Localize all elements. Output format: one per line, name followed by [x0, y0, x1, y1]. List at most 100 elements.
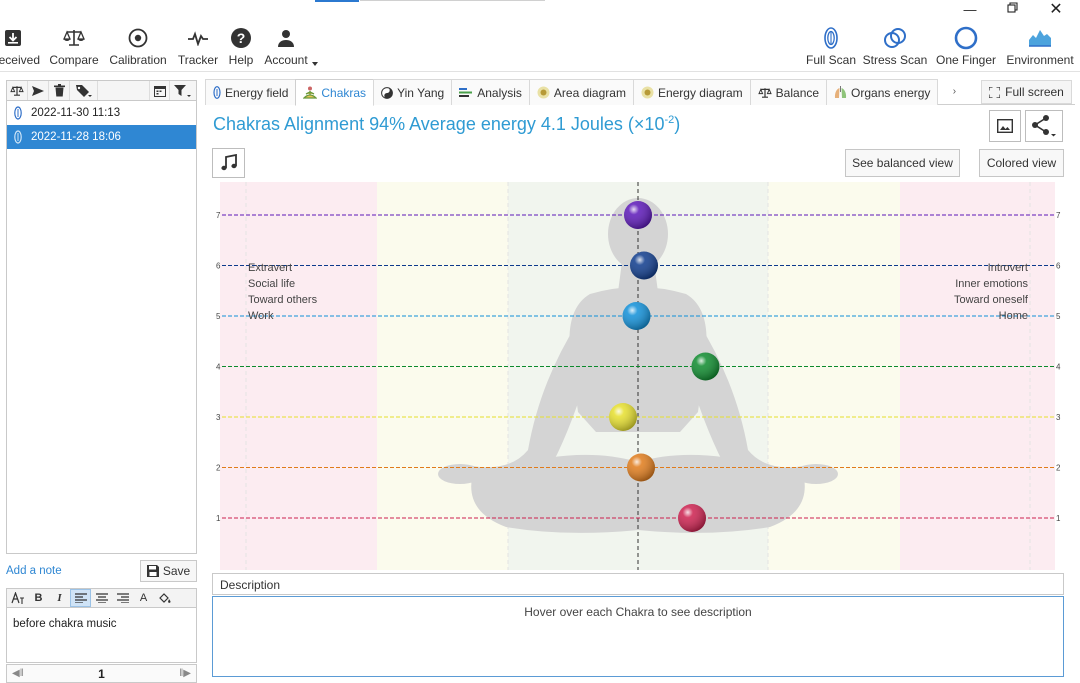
first-page-icon[interactable]: ◀‖ [12, 668, 24, 679]
save-label: Save [162, 564, 191, 578]
scale-icon [757, 87, 772, 99]
scale-icon [63, 25, 85, 51]
chakra-level-1[interactable] [678, 504, 706, 532]
stress-scan-button[interactable]: Stress Scan [863, 25, 927, 70]
add-note-link[interactable]: Add a note [6, 565, 62, 577]
calendar-icon [153, 85, 166, 97]
close-icon[interactable]: ✕ [1036, 2, 1076, 20]
colored-view-button[interactable]: Colored view [979, 149, 1064, 177]
tab-energy-field[interactable]: Energy field [205, 79, 297, 105]
y-tick-right: 2 [1056, 464, 1061, 473]
align-left-button[interactable] [70, 589, 91, 607]
last-page-icon[interactable]: ‖▶ [179, 668, 191, 679]
stress-scan-label: Stress Scan [862, 53, 928, 67]
full-screen-button[interactable]: Full screen [981, 80, 1072, 104]
calibration-button[interactable]: Calibration [107, 25, 169, 70]
y-tick-right: 4 [1056, 363, 1061, 372]
tag-icon [75, 84, 92, 97]
filter-button[interactable] [170, 81, 196, 100]
chakra-level-4[interactable] [691, 352, 720, 381]
help-button[interactable]: ? Help [227, 25, 255, 70]
paint-bucket-icon [158, 593, 170, 603]
font-style-button[interactable] [7, 589, 28, 607]
user-icon [277, 25, 295, 51]
align-right-button[interactable] [112, 589, 133, 607]
delete-button[interactable] [49, 81, 70, 100]
one-finger-button[interactable]: One Finger [935, 25, 997, 70]
share-button[interactable] [1025, 110, 1063, 142]
align-center-button[interactable] [91, 589, 112, 607]
tab-label: Analysis [477, 85, 522, 100]
chakra-level-5[interactable] [622, 302, 651, 330]
note-text-area[interactable]: before chakra music [6, 608, 197, 663]
chakra-orb-shine [609, 403, 637, 431]
align-center-icon [95, 593, 108, 603]
fill-color-button[interactable] [154, 589, 175, 607]
italic-button[interactable]: I [49, 589, 70, 607]
full-scan-button[interactable]: Full Scan [806, 25, 856, 70]
compare-sessions-button[interactable] [7, 81, 28, 100]
play-music-button[interactable] [212, 148, 245, 178]
tab-label: Area diagram [553, 85, 626, 100]
chakra-level-6[interactable] [630, 251, 658, 280]
right-side-label: Home [999, 310, 1028, 322]
circle-icon [954, 25, 978, 51]
tab-analysis[interactable]: Analysis [451, 79, 530, 105]
y-tick-right: 5 [1056, 312, 1061, 321]
account-button[interactable]: Account [262, 25, 310, 70]
y-tick-right: 6 [1056, 262, 1061, 271]
y-tick-left: 3 [216, 413, 221, 422]
filter-icon [174, 84, 191, 97]
one-finger-label: One Finger [935, 53, 997, 67]
chakra-level-3[interactable] [609, 403, 637, 431]
left-side-label: Work [248, 310, 274, 322]
restore-icon[interactable] [993, 2, 1033, 20]
lungs-icon [834, 86, 847, 99]
tab-balance[interactable]: Balance [749, 79, 828, 105]
help-icon: ? [230, 25, 252, 51]
tab-chakras[interactable]: Chakras [295, 79, 375, 106]
session-item-selected[interactable]: 2022-11-28 18:06 [7, 125, 196, 149]
right-side-label: Inner emotions [955, 278, 1028, 290]
meditation-icon [303, 86, 318, 99]
floppy-icon [146, 565, 159, 577]
save-note-button[interactable]: Save [140, 560, 197, 582]
chart-zone [900, 182, 1055, 570]
y-tick-left: 2 [216, 464, 221, 473]
svg-text:?: ? [237, 30, 246, 46]
share-icon [1032, 115, 1056, 137]
environment-button[interactable]: Environment [1004, 25, 1076, 70]
see-balanced-view-button[interactable]: See balanced view [845, 149, 960, 177]
main-toolbar: eceived Compare Calibration Tracker ? He… [0, 22, 1080, 72]
compare-button[interactable]: Compare [48, 25, 100, 70]
session-item[interactable]: 2022-11-30 11:13 [7, 101, 196, 125]
text-color-button[interactable]: A [133, 589, 154, 607]
calendar-button[interactable] [149, 81, 170, 100]
send-button[interactable] [28, 81, 49, 100]
minimize-icon[interactable]: — [950, 2, 990, 20]
right-side-label: Introvert [988, 262, 1028, 274]
window-tab-indicator [315, 0, 359, 2]
chakra-level-2[interactable] [627, 453, 655, 482]
tag-button[interactable] [70, 81, 98, 100]
full-screen-label: Full screen [1005, 85, 1064, 99]
tab-area-diagram[interactable]: Area diagram [528, 79, 634, 105]
left-side-label: Social life [248, 278, 295, 290]
send-icon [32, 85, 44, 96]
chakra-orb-shine [691, 352, 720, 381]
app-menu-fragment: ) [0, 2, 6, 20]
export-image-button[interactable] [989, 110, 1021, 142]
chakra-level-7[interactable] [624, 201, 652, 229]
finger-icon [213, 86, 221, 99]
received-button[interactable]: eceived [0, 25, 40, 70]
scale-icon [10, 85, 24, 96]
bold-button[interactable]: B [28, 589, 49, 607]
tab-label: Organs energy [851, 85, 931, 100]
y-tick-left: 5 [216, 312, 221, 321]
tabs-scroll-right-icon[interactable]: › [947, 79, 961, 104]
account-dropdown-caret-icon[interactable] [312, 62, 318, 66]
tracker-button[interactable]: Tracker [176, 25, 220, 70]
tab-yin-yang[interactable]: Yin Yang [373, 79, 453, 105]
tab-energy-diagram[interactable]: Energy diagram [632, 79, 751, 105]
tab-organs-energy[interactable]: Organs energy [826, 79, 939, 105]
